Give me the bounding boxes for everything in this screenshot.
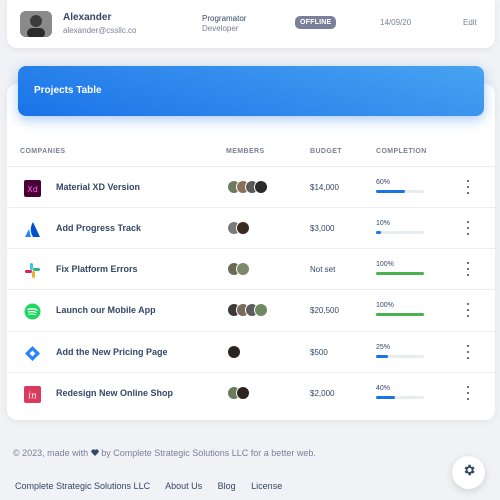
completion-progress-fill [376, 231, 381, 234]
more-vertical-icon[interactable] [465, 180, 471, 194]
member-avatar[interactable] [254, 303, 268, 317]
adobe-xd-icon: Xd [23, 179, 41, 197]
author-email: alexander@cssllc.co [63, 26, 137, 35]
member-avatar[interactable] [254, 180, 268, 194]
project-name: Fix Platform Errors [56, 264, 138, 274]
atlassian-icon [23, 220, 41, 238]
completion-progress-bar [376, 313, 424, 316]
footer-link-license[interactable]: License [251, 481, 282, 491]
completion-percent: 100% [376, 302, 394, 309]
more-vertical-icon[interactable] [465, 303, 471, 317]
project-budget: $2,000 [310, 389, 335, 398]
footer-copyright: © 2023, made with by Complete Strategic … [13, 448, 316, 458]
project-budget: $3,000 [310, 224, 335, 233]
project-name: Add the New Pricing Page [56, 347, 168, 357]
svg-text:in: in [28, 391, 37, 401]
author-function: Programator [202, 14, 247, 23]
edit-link[interactable]: Edit [463, 18, 477, 27]
project-name: Add Progress Track [56, 223, 142, 233]
author-row-card: Alexander alexander@cssllc.co Programato… [7, 0, 495, 48]
invision-icon: in [23, 385, 41, 403]
author-department: Developer [202, 24, 239, 33]
completion-progress-bar [376, 190, 424, 193]
more-vertical-icon[interactable] [465, 262, 471, 276]
completion-progress-fill [376, 272, 424, 275]
jira-icon [23, 344, 41, 362]
completion-percent: 100% [376, 261, 394, 268]
copyright-prefix: © 2023, made with [13, 448, 89, 458]
footer-links: Complete Strategic Solutions LLC About U… [15, 481, 295, 491]
table-row: Add Progress Track $3,000 10% [7, 207, 495, 248]
completion-progress-bar [376, 396, 424, 399]
projects-table-title: Projects Table [34, 85, 102, 96]
spotify-icon [23, 302, 41, 320]
table-row: Xd Material XD Version $14,000 60% [7, 166, 495, 207]
table-row: in Redesign New Online Shop $2,000 40% [7, 372, 495, 413]
completion-progress-fill [376, 396, 396, 399]
table-row: Add the New Pricing Page $500 25% [7, 331, 495, 372]
avatar [20, 11, 52, 37]
gear-icon [462, 463, 476, 482]
member-avatar[interactable] [227, 345, 241, 359]
project-budget: $20,500 [310, 306, 339, 315]
member-avatar[interactable] [236, 221, 250, 235]
column-header-members: MEMBERS [226, 148, 265, 155]
completion-progress-bar [376, 231, 424, 234]
column-header-completion: COMPLETION [376, 148, 427, 155]
completion-progress-bar [376, 355, 424, 358]
project-name: Redesign New Online Shop [56, 388, 174, 398]
completion-percent: 40% [376, 385, 391, 392]
completion-progress-fill [376, 355, 388, 358]
more-vertical-icon[interactable] [465, 221, 471, 235]
project-name: Material XD Version [56, 182, 141, 192]
footer-link-blog[interactable]: Blog [218, 481, 236, 491]
svg-text:Xd: Xd [27, 185, 38, 194]
project-budget: $500 [310, 348, 328, 357]
completion-percent: 10% [376, 220, 391, 227]
slack-icon [23, 261, 41, 279]
projects-table-header: Projects Table [18, 66, 484, 116]
completion-percent: 25% [376, 344, 391, 351]
member-avatar[interactable] [236, 386, 250, 400]
completion-progress-fill [376, 190, 405, 193]
more-vertical-icon[interactable] [465, 345, 471, 359]
heart-icon [91, 448, 99, 458]
author-name: Alexander [63, 12, 112, 23]
project-budget: Not set [310, 265, 336, 274]
footer-link-company[interactable]: Complete Strategic Solutions LLC [15, 481, 150, 491]
footer-link-about[interactable]: About Us [165, 481, 202, 491]
employed-date: 14/09/20 [380, 18, 412, 27]
completion-progress-bar [376, 272, 424, 275]
project-budget: $14,000 [310, 183, 339, 192]
status-badge: OFFLINE [295, 16, 337, 29]
table-row: Fix Platform Errors Not set 100% [7, 248, 495, 289]
table-row: Launch our Mobile App $20,500 100% [7, 289, 495, 330]
column-header-budget: BUDGET [310, 148, 342, 155]
completion-percent: 60% [376, 179, 391, 186]
settings-fab-button[interactable] [452, 456, 485, 489]
copyright-suffix: by Complete Strategic Solutions LLC for … [101, 448, 316, 458]
completion-progress-fill [376, 313, 424, 316]
member-avatar[interactable] [236, 262, 250, 276]
column-header-companies: COMPANIES [20, 148, 66, 155]
more-vertical-icon[interactable] [465, 386, 471, 400]
project-name: Launch our Mobile App [56, 305, 156, 315]
